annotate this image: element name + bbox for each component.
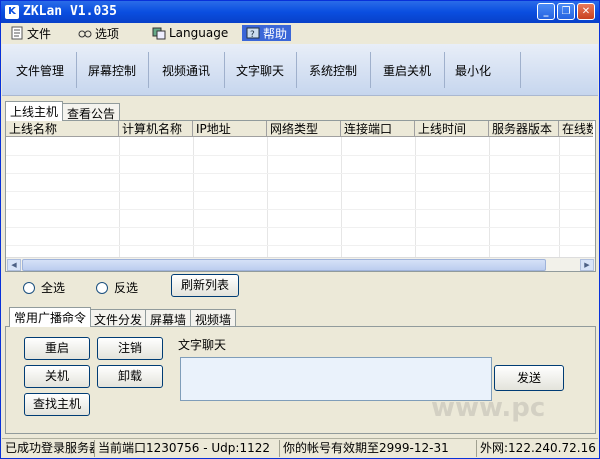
- menu-language[interactable]: Language: [152, 25, 228, 41]
- restart-button[interactable]: 重启: [24, 337, 90, 360]
- menu-help[interactable]: ? 帮助: [242, 25, 292, 41]
- minimize-app-button[interactable]: 最小化: [446, 44, 500, 96]
- restore-button[interactable]: ❐: [557, 3, 575, 20]
- help-icon: ?: [246, 26, 260, 40]
- shutdown-button[interactable]: 关机: [24, 365, 90, 388]
- host-list[interactable]: 上线名称 计算机名称 IP地址 网络类型 连接端口 上线时间 服务器版本 在线数…: [5, 120, 596, 272]
- horizontal-scrollbar[interactable]: ◀ ▶: [6, 257, 595, 271]
- logout-button[interactable]: 注销: [97, 337, 163, 360]
- extranet-ip: 外网:122.240.72.163: [480, 441, 596, 455]
- invert-select-radio[interactable]: 反选: [96, 279, 138, 296]
- grid-line: [6, 209, 595, 210]
- menu-file[interactable]: 文件: [10, 25, 51, 41]
- find-host-button[interactable]: 查找主机: [24, 393, 90, 416]
- menu-help-label: 帮助: [263, 26, 288, 41]
- toolbar-divider: [370, 52, 371, 88]
- language-icon: [152, 26, 166, 40]
- column-header[interactable]: 计算机名称: [119, 121, 193, 137]
- column-header[interactable]: 上线时间: [415, 121, 489, 137]
- tab-file-distribution[interactable]: 文件分发: [89, 309, 148, 327]
- status-bar: 已成功登录服务器 当前端口1230756 - Udp:1122 你的帐号有效期至…: [2, 438, 598, 458]
- tab-online-hosts[interactable]: 上线主机: [5, 101, 64, 121]
- system-control-button[interactable]: 系统控制: [298, 44, 368, 96]
- grid-line: [6, 245, 595, 246]
- svg-text:?: ?: [250, 30, 255, 40]
- send-button[interactable]: 发送: [494, 365, 564, 391]
- menu-file-label: 文件: [27, 26, 52, 41]
- minimize-button[interactable]: _: [537, 3, 555, 20]
- menu-language-label: Language: [169, 26, 229, 40]
- text-chat-label: 文字聊天: [178, 338, 227, 352]
- grid-line: [6, 155, 595, 156]
- column-header[interactable]: 上线名称: [6, 121, 119, 137]
- select-all-label: 全选: [41, 281, 66, 295]
- grid-line: [6, 227, 595, 228]
- scroll-left-icon[interactable]: ◀: [7, 259, 21, 271]
- toolbar-divider: [148, 52, 149, 88]
- grid-line: [6, 173, 595, 174]
- text-chat-button[interactable]: 文字聊天: [226, 44, 294, 96]
- select-all-radio[interactable]: 全选: [23, 279, 65, 296]
- close-button[interactable]: ✕: [577, 3, 595, 20]
- radio-circle-icon: [96, 281, 108, 294]
- tab-announcements[interactable]: 查看公告: [62, 103, 121, 121]
- window-title: ZKLan V1.035: [23, 4, 117, 19]
- menu-options-label: 选项: [95, 26, 120, 41]
- column-header[interactable]: 网络类型: [267, 121, 341, 137]
- menu-bar: 文件 选项 Language ? 帮助: [2, 23, 598, 43]
- column-header[interactable]: 连接端口: [341, 121, 415, 137]
- menu-options[interactable]: 选项: [78, 25, 119, 41]
- tab-screen-wall[interactable]: 屏幕墙: [145, 309, 192, 327]
- screen-control-button[interactable]: 屏幕控制: [78, 44, 146, 96]
- port-status: 当前端口1230756 - Udp:1122: [96, 440, 280, 457]
- grid-line: [6, 191, 595, 192]
- app-logo-icon: K: [5, 5, 19, 19]
- scroll-right-icon[interactable]: ▶: [580, 259, 594, 271]
- toolbar-divider: [296, 52, 297, 88]
- video-call-button[interactable]: 视频通讯: [150, 44, 222, 96]
- watermark: www.pc: [431, 393, 546, 423]
- toolbar: 文件管理 屏幕控制 视频通讯 文字聊天 系统控制 重启关机 最小化: [2, 44, 598, 96]
- file-manage-button[interactable]: 文件管理: [6, 44, 74, 96]
- column-header[interactable]: 在线数: [559, 121, 593, 137]
- main-window: K ZKLan V1.035 _ ❐ ✕ 文件 选项 Language ? 帮助…: [0, 0, 600, 459]
- host-list-header: 上线名称 计算机名称 IP地址 网络类型 连接端口 上线时间 服务器版本 在线数: [6, 121, 593, 137]
- login-status: 已成功登录服务器: [5, 440, 95, 457]
- title-bar[interactable]: K ZKLan V1.035 _ ❐ ✕: [1, 1, 599, 23]
- column-header[interactable]: 服务器版本: [489, 121, 559, 137]
- radio-circle-icon: [23, 281, 35, 294]
- toolbar-divider: [444, 52, 445, 88]
- refresh-list-button[interactable]: 刷新列表: [171, 274, 239, 297]
- column-header[interactable]: IP地址: [193, 121, 267, 137]
- invert-select-label: 反选: [114, 281, 139, 295]
- uninstall-button[interactable]: 卸载: [97, 365, 163, 388]
- scrollbar-thumb[interactable]: [22, 259, 546, 271]
- restart-shutdown-button[interactable]: 重启关机: [372, 44, 442, 96]
- toolbar-divider: [520, 52, 521, 88]
- toolbar-divider: [224, 52, 225, 88]
- toolbar-divider: [76, 52, 77, 88]
- file-icon: [10, 26, 24, 40]
- account-expiry: 你的帐号有效期至2999-12-31: [281, 440, 477, 457]
- tab-video-wall[interactable]: 视频墙: [190, 309, 237, 327]
- tab-broadcast-commands[interactable]: 常用广播命令: [9, 307, 92, 327]
- glasses-icon: [78, 26, 92, 40]
